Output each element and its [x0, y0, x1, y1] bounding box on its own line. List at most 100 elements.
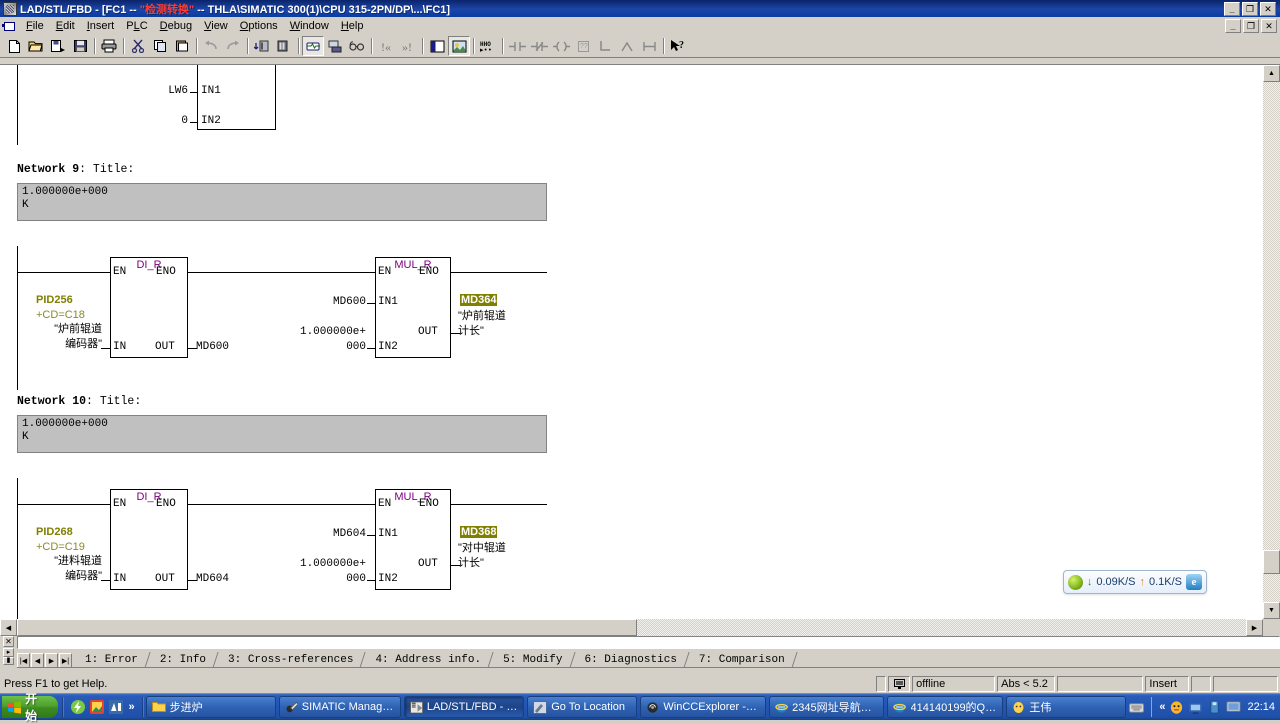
ladder-canvas[interactable]: LW6 IN1 0 IN2 Network 9: Title: 1.000000… [0, 65, 1263, 619]
tray-chevron-icon[interactable]: « [1159, 701, 1165, 713]
normally-closed-contact-icon[interactable] [528, 36, 550, 56]
menu-insert[interactable]: Insert [81, 19, 121, 33]
tab-cross-references[interactable]: 3: Cross-references [216, 652, 363, 668]
mdi-restore-button[interactable]: ❐ [1243, 18, 1259, 33]
whats-this-icon[interactable]: ? [667, 36, 689, 56]
taskbar-item-2345-nav[interactable]: 2345网址导航－ ... [768, 696, 885, 718]
save-icon[interactable] [69, 36, 91, 56]
monitor-icon[interactable] [302, 36, 324, 56]
network-10-mul_r-in2-value-line1[interactable]: 1.000000e+ [280, 558, 366, 570]
network-10-mul_r-in1-value[interactable]: MD604 [280, 528, 366, 540]
branch-close-icon[interactable] [616, 36, 638, 56]
network-10-header[interactable]: Network 10: Title: [17, 395, 141, 408]
vertical-scroll-track[interactable] [1263, 82, 1280, 602]
download-icon[interactable] [251, 36, 273, 56]
window-minimize-button[interactable]: _ [1224, 1, 1240, 16]
scroll-up-button[interactable]: ▲ [1263, 65, 1280, 82]
tab-nav-prev[interactable]: ◀ [31, 653, 44, 668]
detail-content-area[interactable] [17, 636, 1280, 649]
media-icon[interactable] [89, 699, 105, 715]
scroll-right-button[interactable]: ▶ [1246, 619, 1263, 636]
taskbar-clock[interactable]: 22:14 [1245, 701, 1275, 713]
tab-comparison[interactable]: 7: Comparison [687, 652, 795, 668]
taskbar-item-simatic-manager[interactable]: SIMATIC Manager... [278, 696, 401, 718]
print-icon[interactable] [98, 36, 120, 56]
horizontal-scrollbar[interactable]: ◀ ▶ [0, 619, 1263, 636]
start-button[interactable]: 开始 [2, 692, 58, 723]
next-error-icon[interactable]: »! [397, 36, 419, 56]
tab-diagnostics[interactable]: 6: Diagnostics [573, 652, 687, 668]
network-10-comment[interactable]: 1.000000e+000 K [17, 415, 547, 453]
network-tray-icon[interactable] [1188, 700, 1203, 715]
tab-info[interactable]: 2: Info [148, 652, 216, 668]
menu-edit[interactable]: Edit [50, 19, 81, 33]
thunder-icon[interactable] [70, 699, 86, 715]
horizontal-scroll-thumb[interactable] [17, 619, 637, 636]
menu-options[interactable]: Options [234, 19, 284, 33]
symbolic-representation-icon[interactable]: HHO ▸•• [477, 36, 499, 56]
network-9-di_r-out-value[interactable]: MD600 [196, 341, 229, 353]
network-9-mul_r-out-operand[interactable]: MD364 [460, 293, 498, 308]
empty-box-icon[interactable]: ?? [572, 36, 594, 56]
qq-tray-icon[interactable] [1169, 700, 1184, 715]
tab-nav-next[interactable]: ▶ [45, 653, 58, 668]
network-9-mul_r-in1-value[interactable]: MD600 [280, 296, 366, 308]
detail-close-button[interactable]: ✕ [3, 636, 14, 647]
first-error-icon[interactable]: !« [375, 36, 397, 56]
network-10-di_r-out-value[interactable]: MD604 [196, 573, 229, 585]
browser-icon[interactable]: e [1186, 574, 1202, 590]
menu-help[interactable]: Help [335, 19, 370, 33]
mdi-document-icon[interactable] [2, 19, 16, 32]
overview-pane-icon[interactable] [426, 36, 448, 56]
taskbar-item-lad-stl-fbd[interactable]: LAD/STL/FBD - [F... [403, 696, 525, 718]
network-10-di_r-operand[interactable]: PID268 [36, 525, 73, 540]
detail-scroll-up-button[interactable]: ▸ [3, 648, 14, 657]
cut-icon[interactable] [127, 36, 149, 56]
window-restore-button[interactable]: ❐ [1242, 1, 1258, 16]
tab-modify[interactable]: 5: Modify [491, 652, 572, 668]
mdi-minimize-button[interactable]: _ [1225, 18, 1241, 33]
branch-insert-icon[interactable] [638, 36, 660, 56]
copy-icon[interactable] [149, 36, 171, 56]
keyboard-icon[interactable] [1129, 700, 1145, 715]
output-coil-icon[interactable] [550, 36, 572, 56]
mdi-close-button[interactable]: ✕ [1261, 18, 1277, 33]
network-9-header[interactable]: Network 9: Title: [17, 163, 134, 176]
network-10-mul_r-out-operand[interactable]: MD368 [460, 525, 498, 540]
tab-nav-last[interactable]: ▶| [59, 653, 72, 668]
vertical-scrollbar[interactable]: ▲ ▼ [1263, 65, 1280, 619]
vertical-scroll-thumb[interactable] [1263, 550, 1280, 574]
tab-error[interactable]: 1: Error [73, 652, 148, 668]
tab-address-info[interactable]: 4: Address info. [363, 652, 491, 668]
usb-tray-icon[interactable] [1207, 699, 1222, 715]
redo-icon[interactable] [222, 36, 244, 56]
normally-open-contact-icon[interactable] [506, 36, 528, 56]
upload-icon[interactable] [273, 36, 295, 56]
menu-window[interactable]: Window [284, 19, 335, 33]
monitor-modify-icon[interactable] [324, 36, 346, 56]
network-9-comment[interactable]: 1.000000e+000 K [17, 183, 547, 221]
menu-file[interactable]: File [20, 19, 50, 33]
taskbar-item-go-to-location[interactable]: Go To Location [527, 696, 638, 718]
network-9-di_r-operand[interactable]: PID256 [36, 293, 102, 308]
display-tray-icon[interactable] [1226, 700, 1241, 715]
save-as-icon[interactable] [47, 36, 69, 56]
glasses-icon[interactable] [346, 36, 368, 56]
detail-scroll-down-button[interactable]: ▮ [3, 657, 14, 665]
taskbar-item-winccexplorer[interactable]: WinCCExplorer - C... [640, 696, 766, 718]
scroll-left-button[interactable]: ◀ [0, 619, 17, 636]
paste-icon[interactable] [171, 36, 193, 56]
undo-icon[interactable] [200, 36, 222, 56]
symbol-table-icon[interactable] [448, 36, 470, 56]
open-icon[interactable] [25, 36, 47, 56]
quick-launch-chevron[interactable]: » [127, 701, 137, 713]
scroll-down-button[interactable]: ▼ [1263, 602, 1280, 619]
siemens-icon[interactable] [108, 699, 124, 715]
window-close-button[interactable]: ✕ [1260, 1, 1276, 16]
menu-plc[interactable]: PLC [120, 19, 153, 33]
branch-open-icon[interactable] [594, 36, 616, 56]
network-speed-widget[interactable]: ↓ 0.09K/S ↑ 0.1K/S e [1062, 570, 1207, 594]
taskbar-item-wangwei[interactable]: 王伟 [1006, 696, 1127, 718]
tab-nav-first[interactable]: |◀ [17, 653, 30, 668]
new-icon[interactable] [3, 36, 25, 56]
